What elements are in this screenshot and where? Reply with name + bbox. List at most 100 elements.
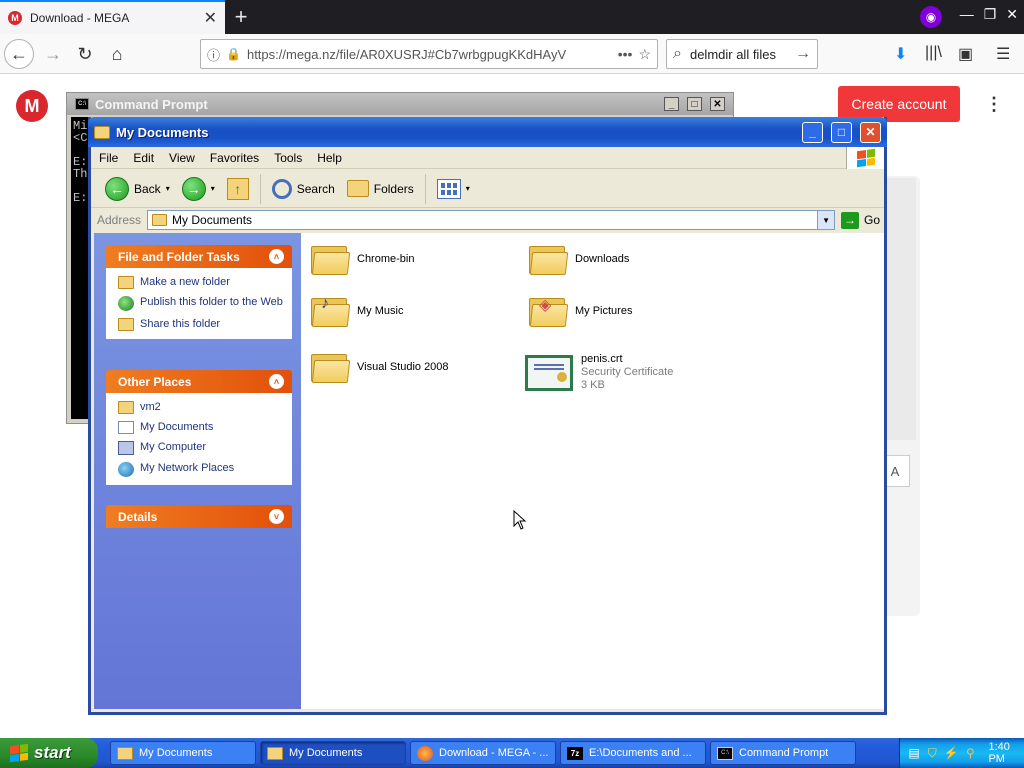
clock[interactable]: 1:40 PM: [988, 741, 1024, 765]
file-item-my-music[interactable]: ♪ My Music: [311, 295, 403, 327]
keyboard-icon[interactable]: ▤: [908, 746, 920, 760]
go-label: Go: [864, 213, 881, 227]
security-shield-icon[interactable]: ⛉: [926, 746, 938, 760]
address-input[interactable]: My Documents ▼: [147, 210, 836, 230]
expand-chevron-icon[interactable]: ˅: [269, 509, 284, 524]
back-button[interactable]: ← Back ▾: [101, 174, 174, 204]
sidebar-icon[interactable]: ▣: [958, 44, 973, 64]
search-tray-icon[interactable]: ⚲: [964, 746, 976, 760]
address-bar: Address My Documents ▼ → Go: [91, 209, 884, 231]
tab-close-icon[interactable]: ✕: [204, 8, 217, 28]
maximize-button[interactable]: □: [831, 121, 852, 143]
other-places-header[interactable]: Other Places ˄: [106, 370, 292, 393]
taskbar-button-firefox[interactable]: Download - MEGA - ...: [410, 741, 556, 765]
minimize-button[interactable]: —: [960, 6, 974, 23]
cmd-title-bar[interactable]: C:\ Command Prompt _ □ ✕: [67, 93, 733, 115]
task-label: Publish this folder to the Web: [140, 296, 283, 308]
close-button[interactable]: ✕: [860, 121, 881, 143]
file-item-my-pictures[interactable]: ◈ My Pictures: [529, 295, 632, 327]
file-item-penis-crt[interactable]: penis.crt Security Certificate 3 KB: [525, 353, 673, 392]
url-text[interactable]: https://mega.nz/file/AR0XUSRJ#Cb7wrbgpug…: [247, 47, 612, 62]
browser-tab-strip: M Download - MEGA ✕ + ◉ — ❐ ✕: [0, 0, 1024, 34]
file-item-visual-studio-2008[interactable]: Visual Studio 2008: [311, 351, 449, 383]
cmd-icon: C:\: [75, 98, 89, 110]
forward-button[interactable]: → ▾: [178, 174, 219, 204]
cmd-close-button[interactable]: ✕: [710, 97, 725, 111]
folders-button[interactable]: Folders: [343, 174, 418, 204]
new-tab-button[interactable]: +: [228, 4, 254, 30]
back-label: Back: [134, 181, 161, 196]
task-make-new-folder[interactable]: Make a new folder: [118, 276, 284, 289]
tab-download-mega[interactable]: M Download - MEGA ✕: [0, 0, 225, 34]
downloads-icon[interactable]: ⬇: [894, 44, 907, 64]
details-header[interactable]: Details ˅: [106, 505, 292, 528]
minimize-button[interactable]: _: [802, 121, 823, 143]
mega-logo[interactable]: M: [16, 90, 48, 122]
menu-view[interactable]: View: [169, 151, 195, 165]
menu-favorites[interactable]: Favorites: [210, 151, 259, 165]
bookmark-star-icon[interactable]: ☆: [638, 46, 651, 63]
place-my-network-places[interactable]: My Network Places: [118, 462, 284, 477]
file-meta: penis.crt Security Certificate 3 KB: [581, 353, 673, 392]
file-name: penis.crt: [581, 353, 623, 365]
collapse-chevron-icon[interactable]: ˄: [269, 374, 284, 389]
browser-toolbar: ← → ↻ ⌂ ⓘ 🔒 https://mega.nz/file/AR0XUSR…: [0, 34, 1024, 74]
menu-tools[interactable]: Tools: [274, 151, 302, 165]
folder-icon: [118, 401, 134, 414]
taskbar-button-my-documents[interactable]: My Documents: [110, 741, 256, 765]
search-button[interactable]: Search: [268, 174, 339, 204]
collapse-chevron-icon[interactable]: ˄: [269, 249, 284, 264]
file-type: Security Certificate: [581, 366, 674, 378]
menu-file[interactable]: File: [99, 151, 118, 165]
search-go-icon[interactable]: →: [795, 45, 811, 63]
place-vm2[interactable]: vm2: [118, 401, 284, 414]
menu-edit[interactable]: Edit: [133, 151, 154, 165]
url-bar[interactable]: ⓘ 🔒 https://mega.nz/file/AR0XUSRJ#Cb7wrb…: [200, 39, 658, 69]
file-item-downloads[interactable]: Downloads: [529, 243, 629, 275]
file-name: Chrome-bin: [357, 253, 415, 265]
close-button[interactable]: ✕: [1006, 6, 1018, 23]
menu-icon[interactable]: ☰: [996, 44, 1010, 64]
chevron-down-icon[interactable]: ▼: [817, 211, 835, 229]
panel-title: File and Folder Tasks: [118, 249, 240, 264]
task-publish-to-web[interactable]: Publish this folder to the Web: [118, 296, 284, 311]
menu-help[interactable]: Help: [317, 151, 342, 165]
address-label: Address: [97, 213, 142, 227]
taskbar-button-command-prompt[interactable]: C:\ Command Prompt: [710, 741, 856, 765]
site-info-icon[interactable]: ⓘ: [207, 45, 220, 64]
place-my-computer[interactable]: My Computer: [118, 441, 284, 455]
go-button[interactable]: → Go: [841, 211, 881, 229]
file-item-chrome-bin[interactable]: Chrome-bin: [311, 243, 414, 275]
views-button[interactable]: ▾: [433, 174, 474, 204]
place-my-documents[interactable]: My Documents: [118, 421, 284, 434]
taskbar-button-7zip[interactable]: 7z E:\Documents and ...: [560, 741, 706, 765]
explorer-window[interactable]: My Documents _ □ ✕ File Edit View Favori…: [88, 117, 887, 715]
folder-icon: [311, 243, 351, 275]
forward-button[interactable]: →: [38, 39, 68, 69]
explorer-title-bar[interactable]: My Documents _ □ ✕: [88, 117, 887, 147]
file-folder-tasks-header[interactable]: File and Folder Tasks ˄: [106, 245, 292, 268]
network-icon[interactable]: ⚡: [944, 746, 959, 760]
up-folder-button[interactable]: ↑: [223, 174, 253, 204]
chevron-down-icon[interactable]: ▾: [166, 184, 170, 193]
chevron-down-icon[interactable]: ▾: [466, 184, 470, 193]
back-button[interactable]: ←: [4, 39, 34, 69]
restore-button[interactable]: ❐: [984, 6, 997, 23]
up-folder-icon: ↑: [226, 177, 249, 200]
home-button[interactable]: ⌂: [102, 39, 132, 69]
file-name: My Music: [357, 305, 404, 317]
search-bar[interactable]: ⌕ delmdir all files →: [666, 39, 818, 69]
library-icon[interactable]: |||\: [925, 44, 942, 62]
my-computer-icon: [118, 441, 134, 455]
reload-button[interactable]: ↻: [70, 39, 100, 69]
cmd-maximize-button[interactable]: □: [687, 97, 702, 111]
search-input[interactable]: delmdir all files: [690, 47, 787, 62]
more-options-icon[interactable]: ⋮: [985, 94, 1003, 115]
file-list-view[interactable]: Chrome-bin Downloads ♪ My Music ◈ My Pic…: [301, 233, 884, 709]
page-actions-icon[interactable]: •••: [618, 46, 633, 62]
chevron-down-icon[interactable]: ▾: [211, 184, 215, 193]
taskbar-button-my-documents-active[interactable]: My Documents: [260, 741, 406, 765]
cmd-minimize-button[interactable]: _: [664, 97, 679, 111]
task-share-folder[interactable]: Share this folder: [118, 318, 284, 331]
start-button[interactable]: start: [0, 738, 98, 768]
